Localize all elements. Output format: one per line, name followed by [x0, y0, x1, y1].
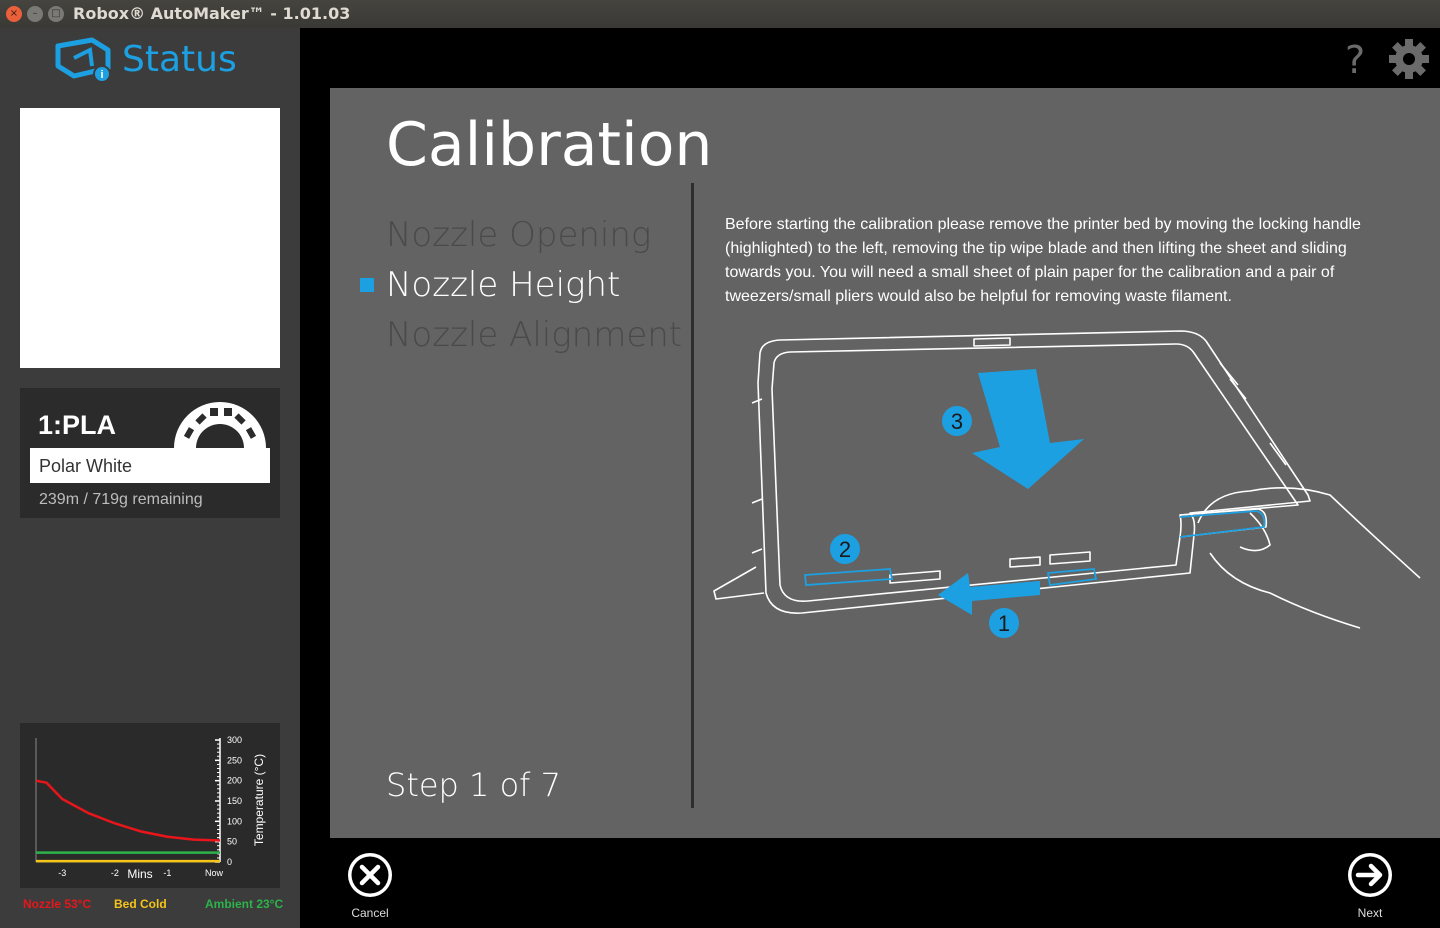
calibration-step-list: Nozzle Opening Nozzle Height Nozzle Alig… — [360, 210, 682, 360]
y-tick-label: 100 — [227, 816, 242, 826]
temperature-chart: 300 250 200 150 100 50 0 -3 -2 -1 Now Temperature… — [35, 735, 266, 881]
callout-3: 3 — [942, 406, 972, 436]
window-title: Robox® AutoMaker™ - 1.01.03 — [73, 4, 351, 23]
x-tick-label: -1 — [163, 868, 171, 878]
reel-remaining: 239m / 719g remaining — [39, 491, 203, 508]
filament-reel-card[interactable]: 1:PLA Polar White 239m / 719g remaining — [20, 388, 280, 518]
reel-id: 1:PLA — [38, 410, 117, 440]
window-maximize-button[interactable]: □ — [48, 6, 64, 22]
legend-ambient: Ambient 23°C — [205, 897, 284, 911]
temperature-graph: 300 250 200 150 100 50 0 -3 -2 -1 Now Temperature… — [20, 723, 280, 888]
series-nozzle — [35, 779, 221, 842]
arrow-lift-sheet — [972, 369, 1084, 489]
legend-nozzle: Nozzle 53°C — [23, 897, 92, 911]
y-tick-label: 200 — [227, 776, 242, 786]
callout-2: 2 — [830, 534, 860, 564]
y-tick-label: 50 — [227, 837, 237, 847]
step-nozzle-alignment: Nozzle Alignment — [386, 310, 682, 360]
page-title: Calibration — [386, 110, 713, 180]
step-nozzle-opening: Nozzle Opening — [386, 210, 682, 260]
y-tick-label: 300 — [227, 735, 242, 745]
instructions-text: Before starting the calibration please r… — [725, 216, 1361, 305]
status-logo: i Status — [52, 36, 237, 82]
step-label: Nozzle Opening — [386, 215, 652, 255]
graph-y-label: Temperature (°C) — [252, 754, 266, 846]
window-minimize-button[interactable]: – — [27, 6, 43, 22]
close-circle-icon — [348, 853, 392, 897]
y-tick-label: 250 — [227, 755, 242, 765]
gear-icon[interactable] — [1388, 38, 1430, 80]
y-tick-label: 150 — [227, 796, 242, 806]
printer-status-icon: i — [55, 37, 111, 82]
step-counter: Step 1 of 7 — [386, 766, 561, 804]
svg-text:1: 1 — [998, 611, 1010, 636]
window-titlebar: × – □ Robox® AutoMaker™ - 1.01.03 — [0, 0, 1440, 28]
svg-text:i: i — [100, 69, 103, 81]
calibration-panel: Calibration Nozzle Opening Nozzle Height… — [330, 88, 1440, 838]
svg-text:2: 2 — [839, 537, 851, 562]
x-tick-label: -3 — [58, 868, 66, 878]
reel-material-name: Polar White — [30, 448, 270, 483]
arrow-right-circle-icon — [1348, 853, 1392, 897]
legend-bed: Bed Cold — [114, 897, 167, 911]
status-sidebar: i Status 1:PLA Polar White 239m / 719g r… — [0, 28, 300, 928]
step-nozzle-height: Nozzle Height — [360, 260, 682, 310]
camera-preview — [20, 108, 280, 368]
reel-icon — [174, 402, 266, 448]
step-label: Nozzle Alignment — [386, 315, 683, 355]
panel-divider — [691, 183, 694, 808]
printer-bed-removal-illustration: 3 2 1 — [713, 330, 1421, 638]
next-button[interactable]: Next — [1344, 850, 1396, 920]
x-tick-label: Now — [205, 868, 224, 878]
step-label: Nozzle Height — [386, 265, 621, 305]
help-icon[interactable]: ? — [1345, 38, 1365, 82]
cancel-label: Cancel — [351, 906, 389, 920]
active-step-marker — [360, 278, 374, 292]
window-close-button[interactable]: × — [6, 6, 22, 22]
cancel-button[interactable]: Cancel — [344, 850, 396, 920]
status-title: Status — [122, 38, 237, 80]
main-area: ? Calibration Nozzle Opening Nozzle Heig… — [300, 28, 1440, 928]
svg-text:3: 3 — [951, 409, 963, 434]
graph-x-label: Mins — [127, 867, 152, 881]
x-tick-label: -2 — [111, 868, 119, 878]
callout-1: 1 — [989, 608, 1019, 638]
y-tick-label: 0 — [227, 857, 232, 867]
next-label: Next — [1357, 906, 1383, 920]
